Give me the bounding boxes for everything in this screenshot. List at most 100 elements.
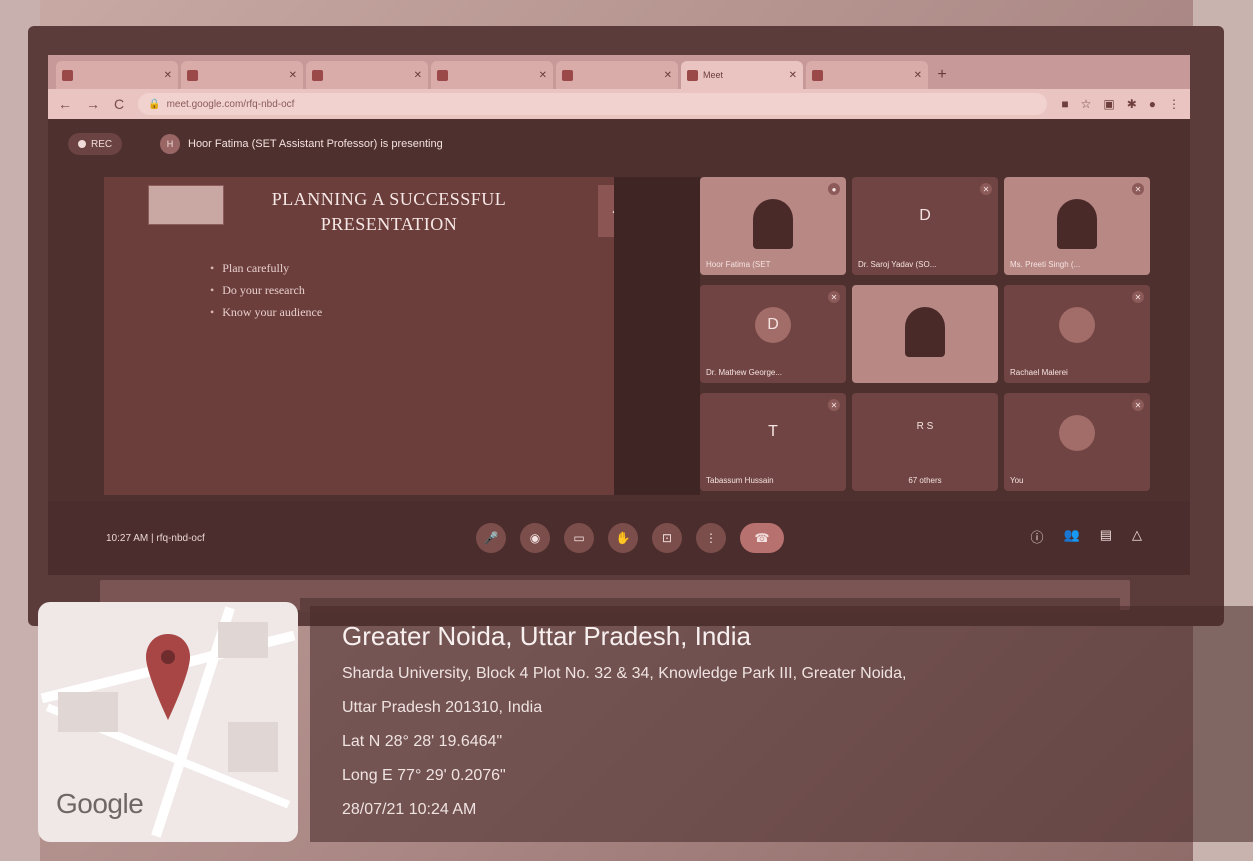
people-icon[interactable]: 👥 <box>1064 527 1080 546</box>
tab-favicon-icon <box>812 69 823 81</box>
browser-tab[interactable]: ✕ <box>556 61 678 89</box>
browser-toolbar: ← → C 🔒 meet.google.com/rfq-nbd-ocf ■ ☆ … <box>48 89 1190 119</box>
participant-tile[interactable]: ✕ Rachael Malerei <box>1004 285 1150 383</box>
camera-indicator-icon[interactable]: ■ <box>1061 97 1068 111</box>
url-text: meet.google.com/rfq-nbd-ocf <box>166 98 295 110</box>
drive-icon <box>187 69 198 81</box>
close-tab-icon[interactable]: ✕ <box>414 70 422 81</box>
meet-side-controls: ⓘ 👥 ▤ △ <box>1031 527 1143 546</box>
new-tab-button[interactable]: + <box>931 61 953 89</box>
browser-tab[interactable]: ✕ <box>431 61 553 89</box>
browser-tab[interactable]: ✕ <box>56 61 178 89</box>
leave-call-button[interactable]: ☎ <box>740 523 784 553</box>
more-options-button[interactable]: ⋮ <box>696 523 726 553</box>
others-count: 67 others <box>908 476 942 485</box>
present-now-button[interactable]: ⊡ <box>652 523 682 553</box>
recording-badge: REC <box>68 133 123 155</box>
location-title: Greater Noida, Uttar Pradesh, India <box>342 621 751 651</box>
tab-favicon-icon <box>312 69 323 81</box>
chrome-icon <box>437 69 448 81</box>
gmail-icon <box>62 69 73 81</box>
browser-extension-icons: ■ ☆ ▣ ✱ ● ⋮ <box>1061 97 1180 111</box>
participant-name: Dr. Saroj Yadav (SO... <box>858 260 937 269</box>
participant-name: Dr. Mathew George... <box>706 368 783 377</box>
mic-muted-icon: ✕ <box>1132 399 1144 411</box>
address-line: Sharda University, Block 4 Plot No. 32 &… <box>342 665 907 682</box>
forward-button[interactable]: → <box>86 96 100 112</box>
participant-video <box>753 199 793 249</box>
participant-tile[interactable]: T ✕ Tabassum Hussain <box>700 393 846 491</box>
close-tab-icon[interactable]: ✕ <box>664 70 672 81</box>
participant-name: You <box>1010 476 1024 485</box>
participant-grid: ● Hoor Fatima (SET D ✕ Dr. Saroj Yadav (… <box>700 177 1152 495</box>
participant-name: Hoor Fatima (SET <box>706 260 771 269</box>
participant-tile[interactable]: ● Hoor Fatima (SET <box>700 177 846 275</box>
self-tile[interactable]: ✕ You <box>1004 393 1150 491</box>
google-logo: Google <box>56 788 144 819</box>
camera-toggle-button[interactable]: ◉ <box>520 523 550 553</box>
mic-active-icon: ● <box>828 183 840 195</box>
browser-tab-meet[interactable]: Meet ✕ <box>681 61 803 89</box>
slide-title: PLANNING A SUCCESSFUL PRESENTATION <box>271 189 507 234</box>
address-bar[interactable]: 🔒 meet.google.com/rfq-nbd-ocf <box>138 93 1048 115</box>
close-tab-icon[interactable]: ✕ <box>914 70 922 81</box>
participant-tile[interactable]: D ✕ Dr. Saroj Yadav (SO... <box>852 177 998 275</box>
meeting-details-icon[interactable]: ⓘ <box>1031 527 1044 546</box>
captions-button[interactable]: ▭ <box>564 523 594 553</box>
university-logo <box>148 185 224 225</box>
others-tile[interactable]: R S 67 others <box>852 393 998 491</box>
close-tab-icon[interactable]: ✕ <box>789 70 797 81</box>
activities-icon[interactable]: △ <box>1132 527 1142 546</box>
presenter-avatar: H <box>160 134 180 154</box>
profile-avatar[interactable]: ● <box>1149 97 1156 111</box>
map-block <box>228 722 278 772</box>
slide-bullet-list: Plan carefully Do your research Know you… <box>210 257 322 323</box>
browser-tab[interactable]: ✕ <box>306 61 428 89</box>
mic-muted-icon: ✕ <box>1132 183 1144 195</box>
presenter-banner: H Hoor Fatima (SET Assistant Professor) … <box>160 133 443 155</box>
close-tab-icon[interactable]: ✕ <box>539 70 547 81</box>
browser-tab[interactable]: ✕ <box>806 61 928 89</box>
record-dot-icon <box>78 140 86 148</box>
mic-muted-icon: ✕ <box>1132 291 1144 303</box>
slide-bullet: Know your audience <box>210 301 322 323</box>
puzzle-icon[interactable]: ✱ <box>1127 97 1137 111</box>
timestamp: 28/07/21 10:24 AM <box>342 801 477 818</box>
address-line: Uttar Pradesh 201310, India <box>342 699 543 716</box>
presenter-text: Hoor Fatima (SET Assistant Professor) is… <box>188 138 443 150</box>
back-button[interactable]: ← <box>58 96 72 112</box>
slide-bullet: Do your research <box>210 279 322 301</box>
others-initials: R S <box>916 421 934 432</box>
monitor-screen: ✕ ✕ ✕ ✕ ✕ Meet ✕ ✕ + ← → C 🔒 meet.google.… <box>48 55 1190 575</box>
browser-menu-icon[interactable]: ⋮ <box>1168 97 1180 111</box>
mic-muted-icon: ✕ <box>828 399 840 411</box>
call-controls: 🎤 ◉ ▭ ✋ ⊡ ⋮ ☎ <box>476 523 784 553</box>
tab-favicon-icon <box>562 69 573 81</box>
participant-name: Ms. Preeti Singh (... <box>1010 260 1081 269</box>
participant-initial: T <box>768 423 778 440</box>
participant-video <box>1057 199 1097 249</box>
participant-avatar: D <box>755 307 791 343</box>
meeting-info: 10:27 AM | rfq-nbd-ocf <box>106 533 205 544</box>
raise-hand-button[interactable]: ✋ <box>608 523 638 553</box>
reload-button[interactable]: C <box>114 96 124 112</box>
slide-bullet: Plan carefully <box>210 257 322 279</box>
self-avatar <box>1059 415 1095 451</box>
close-tab-icon[interactable]: ✕ <box>164 70 172 81</box>
participant-tile[interactable] <box>852 285 998 383</box>
close-tab-icon[interactable]: ✕ <box>289 70 297 81</box>
participant-tile[interactable]: D ✕ Dr. Mathew George... <box>700 285 846 383</box>
participant-name: Tabassum Hussain <box>706 476 774 485</box>
chat-icon[interactable]: ▤ <box>1100 527 1112 546</box>
browser-tab-bar: ✕ ✕ ✕ ✕ ✕ Meet ✕ ✕ + <box>48 55 1190 89</box>
mic-toggle-button[interactable]: 🎤 <box>476 523 506 553</box>
shared-presentation-slide: PLANNING A SUCCESSFUL PRESENTATION 4 Pla… <box>104 177 634 495</box>
participant-avatar <box>1059 307 1095 343</box>
participant-tile[interactable]: ✕ Ms. Preeti Singh (... <box>1004 177 1150 275</box>
browser-tab[interactable]: ✕ <box>181 61 303 89</box>
meet-control-bar: 10:27 AM | rfq-nbd-ocf 🎤 ◉ ▭ ✋ ⊡ ⋮ ☎ ⓘ 👥… <box>48 501 1190 575</box>
latitude: Lat N 28° 28' 19.6464" <box>342 733 503 750</box>
extension-icon[interactable]: ▣ <box>1103 97 1114 111</box>
location-pin-icon <box>146 634 190 720</box>
bookmark-star-icon[interactable]: ☆ <box>1081 97 1092 111</box>
